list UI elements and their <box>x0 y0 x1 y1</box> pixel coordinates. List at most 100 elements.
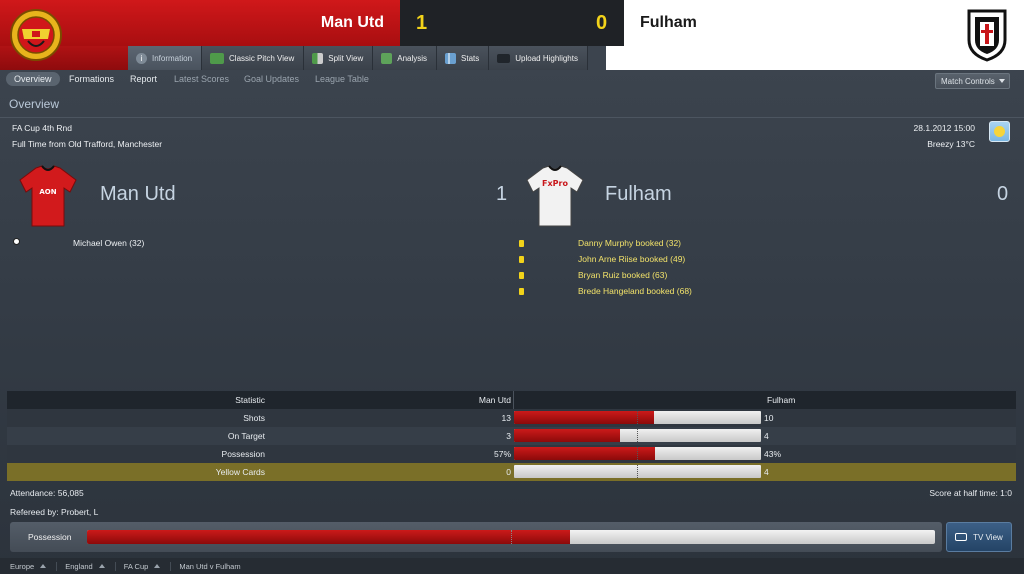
stat-bar-fill <box>514 447 655 460</box>
match-tabs: i Information Classic Pitch View Split V… <box>128 46 588 70</box>
away-shirt-icon: FxPro <box>526 165 584 227</box>
pitch-icon <box>210 52 225 64</box>
match-datetime: 28.1.2012 15:00 <box>913 123 975 133</box>
subnav-overview[interactable]: Overview <box>6 72 60 86</box>
weather-text: Breezy 13°C <box>927 139 975 149</box>
stats-icon <box>445 52 457 64</box>
home-crest-icon[interactable] <box>8 7 64 63</box>
stats-row: Possession 57% 43% <box>7 445 1016 463</box>
match-controls-label: Match Controls <box>941 76 995 86</box>
stats-row: Yellow Cards 0 4 <box>7 463 1016 481</box>
stats-row: On Target 3 4 <box>7 427 1016 445</box>
stat-away-value: 10 <box>764 413 774 423</box>
breadcrumb-label: Europe <box>10 561 35 571</box>
stat-bar <box>514 465 761 478</box>
stat-label: Yellow Cards <box>215 467 265 477</box>
referee-text[interactable]: Refereed by: Probert, L <box>10 507 98 517</box>
bar-midline <box>637 411 638 424</box>
home-shirt-icon: AON <box>19 165 77 227</box>
subnav-latest-scores[interactable]: Latest Scores <box>174 74 229 84</box>
tab-analysis[interactable]: Analysis <box>373 46 438 70</box>
stats-header-row: Statistic Man Utd Fulham <box>7 391 1016 409</box>
bar-midline <box>637 465 638 478</box>
bar-midline <box>637 429 638 442</box>
breadcrumb-item[interactable]: England <box>65 561 116 571</box>
away-team-name[interactable]: Fulham <box>605 183 672 206</box>
yellow-card-icon <box>519 272 524 279</box>
stat-bar <box>514 429 761 442</box>
chevron-down-icon <box>998 79 1005 83</box>
sunny-icon <box>989 121 1010 142</box>
stats-table: Statistic Man Utd Fulham Shots 13 10 On … <box>7 391 1016 481</box>
away-event[interactable]: Danny Murphy booked (32) <box>578 238 681 248</box>
score-panel <box>400 0 624 46</box>
tab-split-view[interactable]: Split View <box>304 46 374 70</box>
stat-home-value: 13 <box>501 413 511 423</box>
away-team-score: 0 <box>997 183 1009 205</box>
stat-bar-fill <box>514 429 621 442</box>
away-banner-extension <box>606 46 1024 70</box>
header-home-score: 1 <box>416 12 428 34</box>
tab-upload-highlights[interactable]: Upload Highlights <box>489 46 588 70</box>
halftime-score-text: Score at half time: 1:0 <box>929 488 1012 498</box>
stat-away-value: 4 <box>764 431 769 441</box>
header-away-team-name[interactable]: Fulham <box>640 14 697 32</box>
breadcrumb-item[interactable]: Europe <box>10 561 58 571</box>
breadcrumb-item[interactable]: FA Cup <box>123 561 172 571</box>
stats-header-home: Man Utd <box>478 395 511 405</box>
tab-label: Split View <box>328 53 364 63</box>
tab-label: Analysis <box>397 53 428 63</box>
tab-stats[interactable]: Stats <box>437 46 490 70</box>
tab-classic-pitch-view[interactable]: Classic Pitch View <box>202 46 305 70</box>
away-event[interactable]: Bryan Ruiz booked (63) <box>578 270 667 280</box>
breadcrumb-label: Man Utd v Fulham <box>179 561 241 571</box>
chevron-up-icon <box>154 564 161 568</box>
subnav-goal-updates[interactable]: Goal Updates <box>244 74 299 84</box>
stat-home-value: 0 <box>506 467 511 477</box>
home-team-name[interactable]: Man Utd <box>100 183 176 206</box>
match-header: Man Utd 1 0 Fulham i Information Classic… <box>0 0 1024 70</box>
breadcrumb-label: England <box>65 561 93 571</box>
breadcrumb-label: FA Cup <box>123 561 149 571</box>
stat-label: Shots <box>243 413 265 423</box>
yellow-card-icon <box>519 256 524 263</box>
away-crest-icon[interactable] <box>966 8 1008 62</box>
stat-home-value: 57% <box>493 449 511 459</box>
stat-bar <box>514 411 761 424</box>
yellow-card-icon <box>519 288 524 295</box>
possession-bar <box>87 530 935 544</box>
away-event[interactable]: Brede Hangeland booked (68) <box>578 286 692 296</box>
tab-label: Stats <box>461 53 480 63</box>
away-event[interactable]: John Arne Riise booked (49) <box>578 254 685 264</box>
stats-header-label: Statistic <box>235 395 265 405</box>
chevron-up-icon <box>40 564 47 568</box>
match-controls-dropdown[interactable]: Match Controls <box>935 73 1010 89</box>
tv-view-button[interactable]: TV View <box>946 522 1012 552</box>
subnav-league-table[interactable]: League Table <box>315 74 369 84</box>
stat-bar-fill <box>514 411 654 424</box>
chevron-up-icon <box>98 564 105 568</box>
stat-label: Possession <box>221 449 265 459</box>
possession-panel: Possession <box>10 522 942 552</box>
tab-label: Information <box>152 53 193 63</box>
breadcrumb-item[interactable]: Man Utd v Fulham <box>179 562 250 571</box>
subnav-report[interactable]: Report <box>130 74 157 84</box>
stat-bar <box>514 447 761 460</box>
stat-away-value: 43% <box>764 449 782 459</box>
column-divider <box>513 391 514 409</box>
shirt-sponsor: FxPro <box>542 179 568 188</box>
possession-bar-fill <box>87 530 571 544</box>
tab-information[interactable]: i Information <box>128 46 203 70</box>
breadcrumb: Europe England FA Cup Man Utd v Fulham <box>0 558 1024 574</box>
stat-label: On Target <box>227 431 265 441</box>
home-event[interactable]: Michael Owen (32) <box>73 238 144 248</box>
tv-view-label: TV View <box>973 532 1003 542</box>
tab-label: Classic Pitch View <box>229 53 295 63</box>
attendance-text: Attendance: 56,085 <box>10 488 84 498</box>
competition-round[interactable]: FA Cup 4th Rnd <box>12 123 72 133</box>
subnav-formations[interactable]: Formations <box>69 74 114 84</box>
yellow-card-icon <box>519 240 524 247</box>
possession-label: Possession <box>28 532 72 542</box>
info-icon: i <box>136 52 147 64</box>
header-home-team-name[interactable]: Man Utd <box>321 14 384 32</box>
